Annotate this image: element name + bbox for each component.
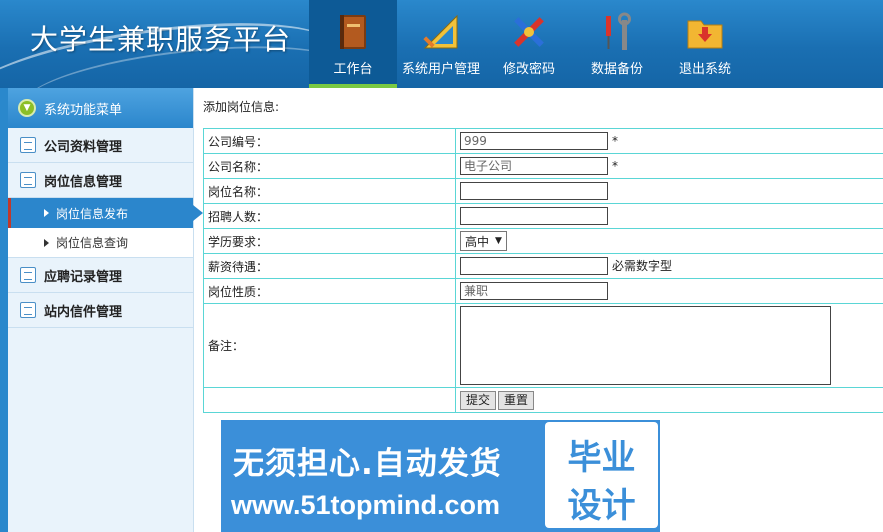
top-nav: 工作台 系统用户管理 修改密码 数据备份 退出系统 <box>309 0 749 88</box>
nav-workbench[interactable]: 工作台 <box>309 0 397 88</box>
list-icon <box>20 137 36 153</box>
field-cell: 高中 ▼ <box>455 228 883 254</box>
company-name-input[interactable]: 电子公司 <box>460 157 608 175</box>
watermark-badge: 毕业 设计 <box>545 422 658 528</box>
tools-cross-icon <box>514 17 544 47</box>
form-row-remark: 备注： <box>203 303 883 388</box>
form-row-headcount: 招聘人数： <box>203 203 883 229</box>
page-title: 添加岗位信息: <box>203 100 280 114</box>
field-cell <box>455 203 883 229</box>
screwdriver-wrench-icon <box>606 12 631 50</box>
sidebar-group-jobs[interactable]: 岗位信息管理 <box>8 163 193 198</box>
field-label: 备注： <box>203 303 456 388</box>
form-row-job-type: 岗位性质： 兼职 <box>203 278 883 304</box>
required-mark: * <box>612 133 618 148</box>
app-title: 大学生兼职服务平台 <box>30 23 292 56</box>
field-cell: 电子公司 * <box>455 153 883 179</box>
watermark-badge-line2: 设计 <box>567 486 636 526</box>
form-row-company-no: 公司编号： 999 * <box>203 128 883 154</box>
nav-logout[interactable]: 退出系统 <box>661 0 749 88</box>
sidebar-group-label: 岗位信息管理 <box>44 174 123 190</box>
sidebar-item-label: 岗位信息查询 <box>56 236 129 250</box>
sidebar: ▼ 系统功能菜单 公司资料管理 岗位信息管理 岗位信息发布 岗位信息查询 应聘记… <box>8 88 203 532</box>
actions-cell: 提交 重置 <box>455 387 883 413</box>
job-form-table: 公司编号： 999 * 公司名称： 电子公司 * 岗位名称： 招聘人数： 学历要求：… <box>203 128 883 413</box>
salary-input[interactable] <box>460 257 608 276</box>
headcount-input[interactable] <box>460 207 608 225</box>
field-cell <box>455 303 883 388</box>
nav-system-users[interactable]: 系统用户管理 <box>397 0 485 88</box>
form-row-salary: 薪资待遇： 必需数字型 <box>203 253 883 279</box>
folder-download-icon <box>687 20 723 49</box>
caret-right-icon <box>44 209 49 217</box>
submit-button[interactable]: 提交 <box>460 390 497 410</box>
education-selected: 高中 <box>465 234 490 249</box>
sidebar-group-messages[interactable]: 站内信件管理 <box>8 293 193 328</box>
field-label: 公司名称： <box>203 153 456 179</box>
nav-label: 数据备份 <box>590 62 643 77</box>
caret-right-icon <box>44 238 49 247</box>
nav-label: 退出系统 <box>678 62 731 77</box>
book-icon <box>340 15 366 49</box>
calendar-icon <box>20 172 36 188</box>
chevron-down-icon: ▼ <box>18 99 36 117</box>
field-label: 薪资待遇： <box>203 253 456 279</box>
watermark-banner: 无须担心.自动发货 www.51topmind.com 毕业 设计 <box>221 420 660 532</box>
ruler-triangle-icon <box>423 14 458 49</box>
empty-cell <box>203 387 456 413</box>
reset-button[interactable]: 重置 <box>498 390 535 410</box>
form-row-actions: 提交 重置 <box>203 387 883 413</box>
form-row-job-name: 岗位名称： <box>203 178 883 204</box>
dropdown-arrow-icon: ▼ <box>495 236 502 246</box>
watermark-line2: www.51topmind.com <box>231 490 501 520</box>
field-cell: 999 * <box>455 128 883 154</box>
nav-data-backup[interactable]: 数据备份 <box>573 0 661 88</box>
education-select[interactable]: 高中 ▼ <box>460 231 507 251</box>
nav-label: 工作台 <box>333 62 373 77</box>
nav-change-password[interactable]: 修改密码 <box>485 0 573 88</box>
sidebar-title: 系统功能菜单 <box>44 102 123 118</box>
edit-icon <box>20 302 36 318</box>
job-type-input[interactable]: 兼职 <box>460 282 608 300</box>
sidebar-header: ▼ 系统功能菜单 <box>8 88 193 128</box>
sidebar-item-job-publish[interactable]: 岗位信息发布 <box>8 198 203 228</box>
remark-textarea[interactable] <box>460 306 831 385</box>
field-label: 岗位性质： <box>203 278 456 304</box>
sidebar-group-company[interactable]: 公司资料管理 <box>8 128 193 163</box>
field-label: 招聘人数： <box>203 203 456 229</box>
field-cell <box>455 178 883 204</box>
field-cell: 必需数字型 <box>455 253 883 279</box>
nav-label: 修改密码 <box>502 62 555 77</box>
form-row-education: 学历要求： 高中 ▼ <box>203 228 883 254</box>
field-label: 岗位名称： <box>203 178 456 204</box>
sidebar-item-label: 岗位信息发布 <box>56 206 129 221</box>
watermark-line1: 无须担心.自动发货 <box>233 446 502 482</box>
company-no-input[interactable]: 999 <box>460 132 608 150</box>
nav-label: 系统用户管理 <box>401 62 480 77</box>
sidebar-item-job-query[interactable]: 岗位信息查询 <box>8 228 193 258</box>
sidebar-group-applications[interactable]: 应聘记录管理 <box>8 258 193 293</box>
salary-hint: 必需数字型 <box>612 258 673 273</box>
list-icon <box>20 267 36 283</box>
job-name-input[interactable] <box>460 182 608 200</box>
header: 大学生兼职服务平台 工作台 系统用户管理 修改密码 数据备份 退出系统 <box>0 0 883 88</box>
sidebar-group-label: 公司资料管理 <box>44 139 123 155</box>
form-row-company-name: 公司名称： 电子公司 * <box>203 153 883 179</box>
required-mark: * <box>612 158 618 173</box>
sidebar-group-label: 站内信件管理 <box>44 304 123 320</box>
field-label: 学历要求： <box>203 228 456 254</box>
field-label: 公司编号： <box>203 128 456 154</box>
field-cell: 兼职 <box>455 278 883 304</box>
watermark-badge-line1: 毕业 <box>567 438 636 478</box>
sidebar-group-label: 应聘记录管理 <box>44 269 123 285</box>
